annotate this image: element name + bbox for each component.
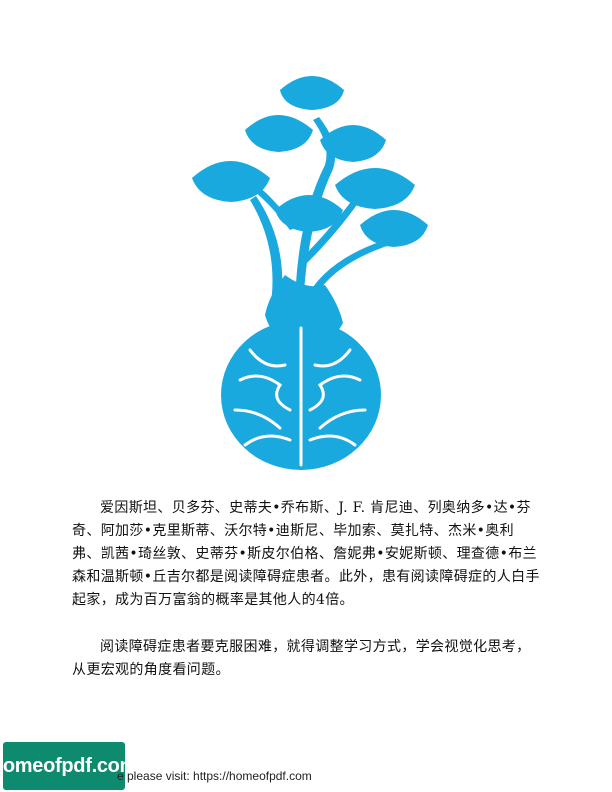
body-paragraph-2: 阅读障碍症患者要克服困难，就得调整学习方式，学会视觉化思考，从更宏观的角度看问题… (72, 639, 531, 678)
tree-brain-illustration (180, 60, 430, 480)
tree-brain-icon (192, 76, 428, 470)
footer-visit-link[interactable]: e please visit: https://homeofpdf.com (117, 769, 312, 783)
body-paragraph-1: 爱因斯坦、贝多芬、史蒂夫•乔布斯、J. F. 肯尼迪、列奥纳多•达•芬奇、阿加莎… (72, 500, 540, 608)
homeofpdf-logo-badge[interactable]: homeofpdf.com (0, 742, 137, 790)
